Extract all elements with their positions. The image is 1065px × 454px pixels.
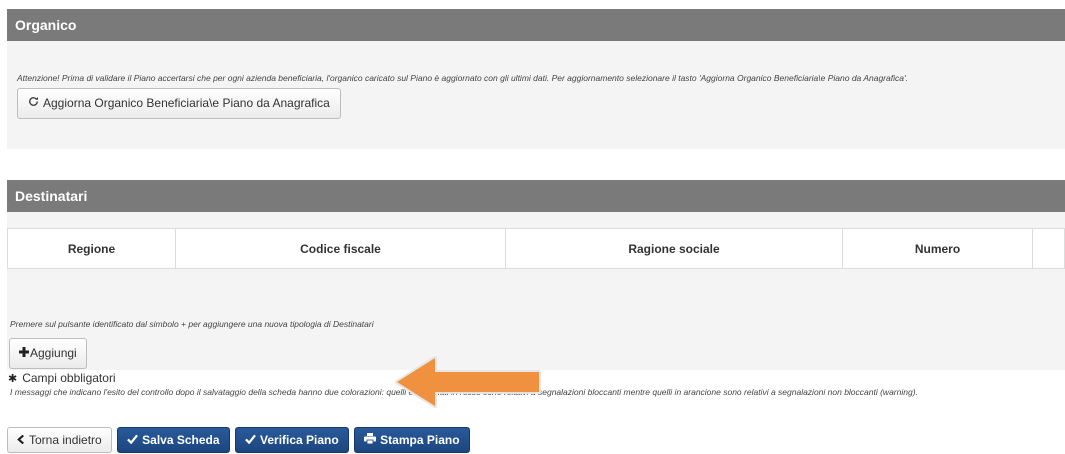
destinatari-title: Destinatari: [7, 180, 1065, 212]
asterisk-icon: ✱: [8, 373, 18, 385]
aggiungi-button[interactable]: Aggiungi: [9, 338, 87, 369]
print-icon: [364, 428, 377, 452]
organico-title: Organico: [7, 9, 1065, 41]
aggiorna-organico-button[interactable]: Aggiorna Organico Beneficiaria\e Piano d…: [17, 88, 341, 119]
back-button[interactable]: Torna indietro: [7, 427, 112, 453]
print-button[interactable]: Stampa Piano: [354, 427, 470, 453]
verify-button[interactable]: Verifica Piano: [235, 427, 349, 453]
print-label: Stampa Piano: [380, 433, 460, 447]
save-button[interactable]: Salva Scheda: [117, 427, 230, 453]
organico-note: Attenzione! Prima di validare il Piano a…: [17, 73, 908, 83]
destinatari-panel: Destinatari Regione Codice fiscale Ragio…: [7, 180, 1065, 370]
destinatari-body: Regione Codice fiscale Ragione sociale N…: [7, 212, 1065, 370]
required-fields-legend: ✱ Campi obbligatori: [8, 371, 116, 385]
aggiungi-label: Aggiungi: [30, 346, 77, 360]
column-ragione-sociale: Ragione sociale: [505, 228, 843, 269]
arrow-icon: [395, 356, 541, 408]
destinatari-table: Regione Codice fiscale Ragione sociale N…: [7, 228, 1065, 269]
back-label: Torna indietro: [29, 433, 102, 447]
column-codice-fiscale: Codice fiscale: [175, 228, 506, 269]
save-label: Salva Scheda: [142, 433, 220, 447]
organico-panel: Organico Attenzione! Prima di validare i…: [7, 9, 1065, 149]
check-icon: [127, 428, 139, 452]
column-regione: Regione: [7, 228, 176, 269]
chevron-left-icon: [17, 428, 25, 452]
organico-body: Attenzione! Prima di validare il Piano a…: [7, 41, 1065, 149]
table-header-row: Regione Codice fiscale Ragione sociale N…: [7, 228, 1065, 269]
verify-label: Verifica Piano: [260, 433, 339, 447]
plus-icon: [19, 339, 29, 368]
required-fields-label: Campi obbligatori: [22, 371, 116, 385]
refresh-icon: [28, 89, 39, 118]
column-numero: Numero: [842, 228, 1033, 269]
destinatari-note: Premere sul pulsante identificato dal si…: [10, 319, 374, 329]
aggiorna-organico-label: Aggiorna Organico Beneficiaria\e Piano d…: [43, 96, 330, 110]
action-bar: Torna indietro Salva Scheda Verifica Pia…: [7, 427, 471, 454]
check-icon: [245, 428, 256, 452]
column-actions: [1032, 228, 1065, 269]
